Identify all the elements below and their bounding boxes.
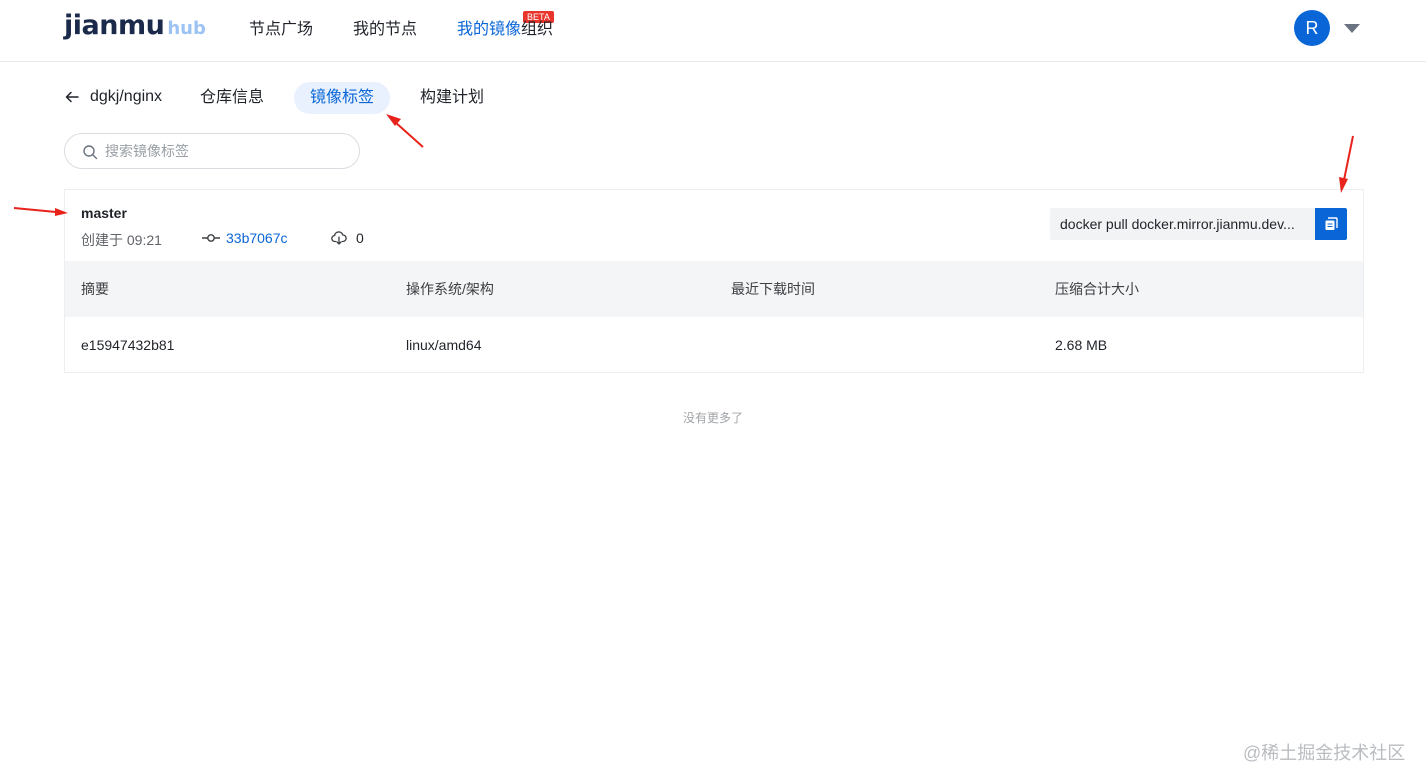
search-input[interactable] bbox=[105, 134, 345, 168]
user-avatar[interactable]: R bbox=[1294, 10, 1330, 46]
annotation-arrow-tag bbox=[13, 207, 68, 216]
nav-my-nodes[interactable]: 我的节点 bbox=[353, 19, 417, 41]
logo-main-text: jianmu bbox=[64, 10, 165, 41]
watermark: @稀土掘金技术社区 bbox=[1243, 743, 1406, 763]
nav-organization[interactable]: 组织 bbox=[521, 19, 553, 41]
tab-image-tags[interactable]: 镜像标签 bbox=[294, 82, 391, 114]
jianmu-hub-logo[interactable]: jianmu hub bbox=[64, 10, 206, 44]
tag-name: master bbox=[81, 205, 127, 221]
table-header: 摘要 操作系统/架构 最近下载时间 压缩合计大小 bbox=[65, 261, 1363, 317]
download-count-value: 0 bbox=[356, 230, 364, 246]
digest-cell: e15947432b81 bbox=[81, 337, 175, 353]
os-arch-cell: linux/amd64 bbox=[406, 337, 482, 353]
back-arrow-icon[interactable] bbox=[64, 89, 80, 105]
download-count: 0 bbox=[331, 230, 364, 246]
annotation-arrow-tab bbox=[386, 114, 424, 148]
tag-search-box bbox=[64, 133, 360, 169]
annotation-arrow-copy bbox=[1339, 135, 1354, 193]
column-header-size: 压缩合计大小 bbox=[1055, 281, 1139, 297]
search-icon bbox=[83, 145, 98, 160]
column-header-last-download: 最近下载时间 bbox=[731, 281, 815, 297]
main-nav: 节点广场 我的节点 我的镜像 BETA 组织 bbox=[249, 11, 593, 41]
caret-down-icon[interactable] bbox=[1344, 24, 1360, 33]
nav-my-images-label: 我的镜像 bbox=[457, 21, 522, 38]
copy-command-button[interactable] bbox=[1315, 208, 1347, 240]
download-cloud-icon bbox=[331, 231, 347, 245]
table-row: e15947432b81 linux/amd64 2.68 MB bbox=[65, 317, 1363, 373]
tab-repo-info[interactable]: 仓库信息 bbox=[184, 82, 280, 114]
tab-build-plan[interactable]: 构建计划 bbox=[404, 82, 500, 114]
commit-info: 33b7067c bbox=[202, 230, 288, 246]
size-cell: 2.68 MB bbox=[1055, 337, 1108, 353]
nav-node-plaza[interactable]: 节点广场 bbox=[249, 19, 313, 41]
column-header-os-arch: 操作系统/架构 bbox=[406, 281, 494, 297]
repo-name[interactable]: dgkj/nginx bbox=[90, 88, 162, 106]
docker-pull-command[interactable]: docker pull docker.mirror.jianmu.dev... bbox=[1050, 208, 1315, 240]
nav-my-images[interactable]: 我的镜像 BETA bbox=[457, 11, 554, 41]
copy-icon bbox=[1325, 217, 1338, 230]
column-header-digest: 摘要 bbox=[81, 281, 109, 297]
no-more-text: 没有更多了 bbox=[682, 411, 743, 425]
logo-hub-text: hub bbox=[167, 18, 206, 39]
commit-icon bbox=[202, 234, 220, 242]
annotation-arrows bbox=[13, 114, 1354, 216]
top-header: jianmu hub 节点广场 我的节点 我的镜像 BETA 组织 R bbox=[0, 0, 1426, 62]
tag-card: master 创建于 09:21 33b7067c 0 docker pull … bbox=[64, 189, 1364, 373]
commit-hash-link[interactable]: 33b7067c bbox=[226, 230, 288, 246]
created-time: 创建于 09:21 bbox=[81, 232, 162, 248]
